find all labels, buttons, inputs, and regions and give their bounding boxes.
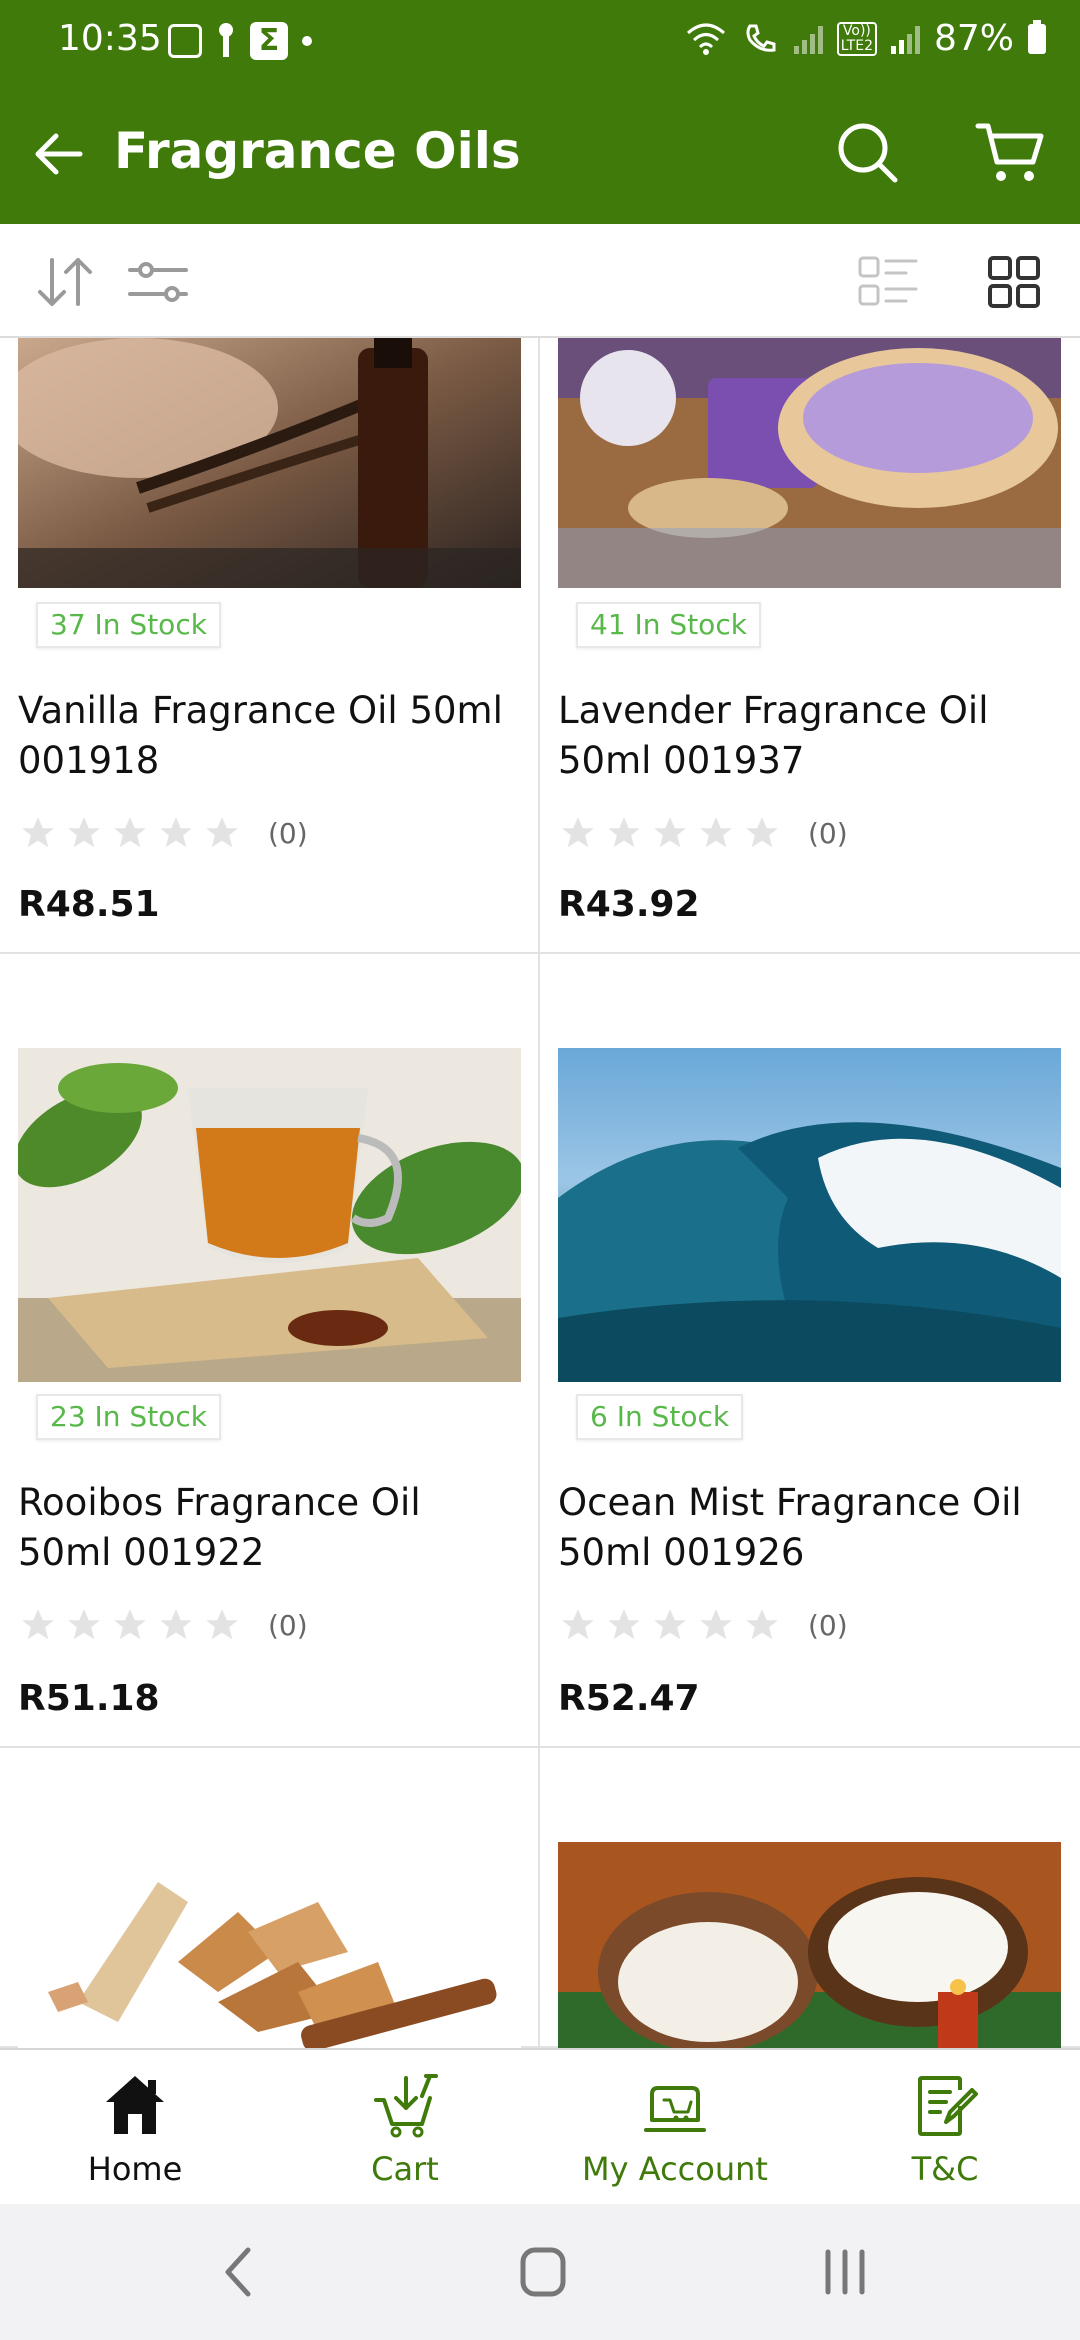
product-card[interactable]: 37 In Stock Vanilla Fragrance Oil 50ml 0… <box>0 338 540 954</box>
signal-2-icon <box>890 24 920 54</box>
system-navigation-bar <box>0 2204 1080 2340</box>
app-bar: Fragrance Oils <box>0 84 1080 224</box>
star-empty-icon <box>608 1609 640 1640</box>
account-icon <box>644 2086 706 2132</box>
battery-percent: 87% <box>933 18 1014 59</box>
page-title: Fragrance Oils <box>114 122 521 180</box>
stock-badge: 37 In Stock <box>36 602 221 648</box>
review-count: (0) <box>808 1608 848 1642</box>
wifi-call-icon <box>746 24 776 52</box>
volte-lte-icon: Vo)) LTE2 <box>836 21 877 56</box>
nav-my-account-label: My Account <box>582 2150 768 2188</box>
star-empty-icon <box>160 1609 192 1640</box>
star-empty-icon <box>562 1609 594 1640</box>
product-price: R52.47 <box>558 1678 700 1719</box>
star-empty-icon <box>68 817 100 848</box>
star-empty-icon <box>206 817 238 848</box>
review-count: (0) <box>268 816 308 850</box>
nav-my-account[interactable]: My Account <box>540 2050 810 2206</box>
rating-stars: (0) <box>558 814 848 852</box>
rating-stars: (0) <box>558 1606 848 1644</box>
rating-stars: (0) <box>18 1606 308 1644</box>
product-image[interactable] <box>558 1048 1061 1382</box>
product-card[interactable] <box>0 1748 540 2048</box>
stock-badge: 6 In Stock <box>576 1394 744 1440</box>
more-dot-icon <box>302 36 312 46</box>
star-empty-icon <box>746 817 778 848</box>
product-card[interactable]: 41 In Stock Lavender Fragrance Oil 50ml … <box>540 338 1080 954</box>
battery-icon <box>1028 19 1046 54</box>
nav-home-label: Home <box>87 2150 183 2188</box>
product-name[interactable]: Lavender Fragrance Oil 50ml 001937 <box>558 686 1058 786</box>
star-empty-icon <box>22 1609 54 1640</box>
list-view-icon[interactable] <box>856 252 920 312</box>
product-image[interactable] <box>18 1048 521 1382</box>
status-time: 10:35 <box>58 18 162 59</box>
system-recents-icon[interactable] <box>810 2242 880 2302</box>
star-empty-icon <box>68 1609 100 1640</box>
home-icon <box>106 2076 164 2134</box>
stock-badge: 23 In Stock <box>36 1394 221 1440</box>
stock-badge: 41 In Stock <box>576 602 761 648</box>
nav-cart[interactable]: Cart <box>270 2050 540 2206</box>
signal-1-icon <box>793 24 823 54</box>
star-empty-icon <box>562 817 594 848</box>
filter-icon[interactable] <box>126 252 190 312</box>
star-empty-icon <box>700 817 732 848</box>
gallery-icon <box>168 24 202 58</box>
star-empty-icon <box>608 817 640 848</box>
nav-home[interactable]: Home <box>0 2050 270 2206</box>
star-empty-icon <box>114 817 146 848</box>
system-status-icons: Vo)) LTE2 87% <box>684 18 1046 59</box>
nav-cart-label: Cart <box>371 2150 439 2188</box>
product-name[interactable]: Rooibos Fragrance Oil 50ml 001922 <box>18 1478 518 1578</box>
star-empty-icon <box>114 1609 146 1640</box>
star-empty-icon <box>746 1609 778 1640</box>
status-bar: 10:35 Σ Vo)) LTE2 87% <box>0 0 1080 84</box>
cart-icon[interactable] <box>975 120 1045 186</box>
rating-stars: (0) <box>18 814 308 852</box>
product-image[interactable] <box>558 1842 1061 2048</box>
list-toolbar <box>0 224 1080 338</box>
system-back-icon[interactable] <box>206 2242 276 2302</box>
product-grid: 37 In Stock Vanilla Fragrance Oil 50ml 0… <box>0 338 1080 2048</box>
product-price: R48.51 <box>18 884 160 925</box>
terms-icon <box>918 2076 978 2136</box>
star-empty-icon <box>206 1609 238 1640</box>
star-empty-icon <box>160 817 192 848</box>
star-empty-icon <box>22 817 54 848</box>
nav-terms-label: T&C <box>911 2150 979 2188</box>
product-image[interactable] <box>18 338 521 588</box>
product-image[interactable] <box>558 338 1061 588</box>
star-empty-icon <box>654 817 686 848</box>
notification-icons: Σ <box>168 22 312 60</box>
cart-download-icon <box>374 2074 438 2138</box>
sigma-icon: Σ <box>250 22 288 60</box>
system-home-icon[interactable] <box>508 2242 578 2302</box>
wifi-icon <box>686 23 725 55</box>
star-empty-icon <box>700 1609 732 1640</box>
review-count: (0) <box>808 816 848 850</box>
product-card[interactable]: 6 In Stock Ocean Mist Fragrance Oil 50ml… <box>540 954 1080 1748</box>
star-empty-icon <box>654 1609 686 1640</box>
product-image[interactable] <box>18 1842 521 2048</box>
bottom-navigation: Home Cart My Account T&C <box>0 2048 1080 2204</box>
product-card[interactable] <box>540 1748 1080 2048</box>
product-name[interactable]: Vanilla Fragrance Oil 50ml 001918 <box>18 686 518 786</box>
back-arrow-icon[interactable] <box>28 124 88 184</box>
product-price: R51.18 <box>18 1678 160 1719</box>
product-price: R43.92 <box>558 884 700 925</box>
search-icon[interactable] <box>835 120 901 186</box>
nav-terms[interactable]: T&C <box>810 2050 1080 2206</box>
grid-view-icon[interactable] <box>982 252 1046 312</box>
product-name[interactable]: Ocean Mist Fragrance Oil 50ml 001926 <box>558 1478 1058 1578</box>
sort-icon[interactable] <box>34 252 98 312</box>
key-icon <box>216 23 236 59</box>
review-count: (0) <box>268 1608 308 1642</box>
product-card[interactable]: 23 In Stock Rooibos Fragrance Oil 50ml 0… <box>0 954 540 1748</box>
